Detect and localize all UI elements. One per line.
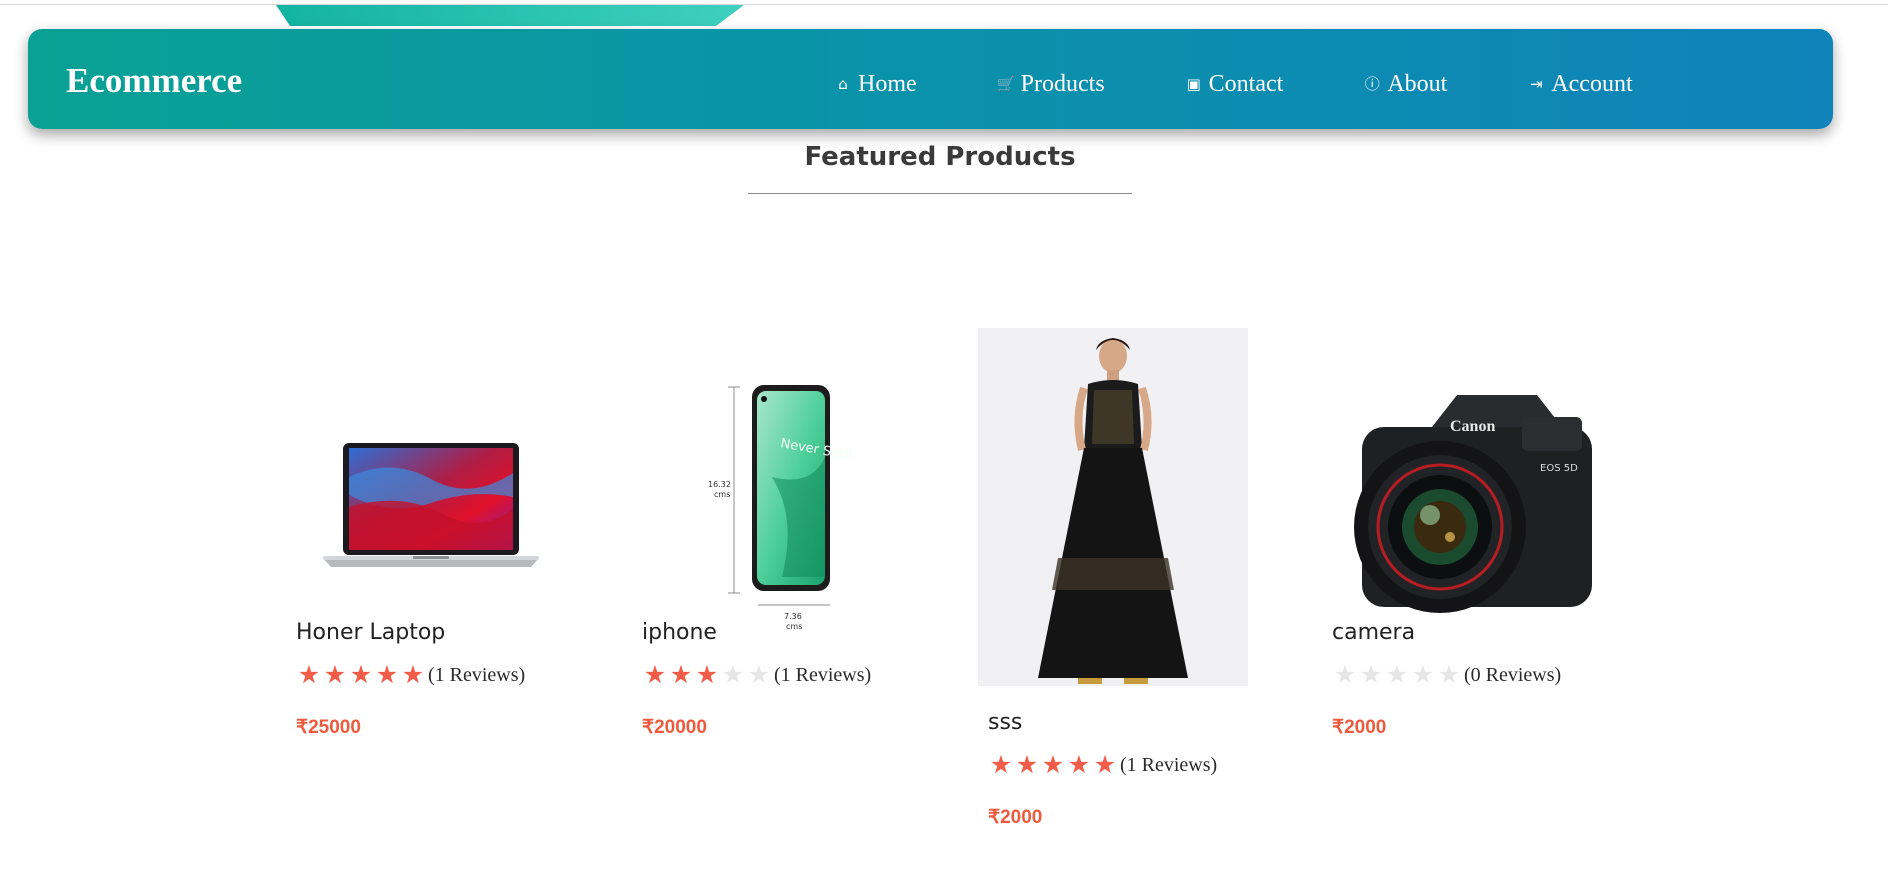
nav-contact-label: Contact (1208, 70, 1284, 97)
star-icon: ★ (323, 660, 347, 689)
product-rating: ★ ★ ★ ★ ★ (0 Reviews) (1332, 662, 1561, 688)
star-icon: ★ (349, 660, 373, 689)
phone-height-label: 16.32 (708, 480, 731, 489)
star-icon: ★ (643, 660, 667, 689)
star-icon: ★ (297, 660, 321, 689)
star-icon: ★ (1093, 750, 1117, 779)
product-price: ₹25000 (296, 717, 361, 738)
home-icon: ⌂ (838, 75, 848, 93)
product-rating: ★ ★ ★ ★ ★ (1 Reviews) (988, 752, 1217, 778)
star-icon: ★ (721, 660, 745, 689)
review-count: (1 Reviews) (1120, 753, 1218, 776)
title-divider (748, 193, 1132, 194)
contact-card-icon: ▣ (1186, 75, 1201, 93)
product-name[interactable]: iphone (642, 620, 717, 645)
product-name[interactable]: Honer Laptop (296, 620, 445, 645)
star-icon: ★ (1437, 660, 1461, 689)
star-icon: ★ (375, 660, 399, 689)
nav-contact-link[interactable]: ▣ Contact (1185, 71, 1284, 98)
star-icon: ★ (1333, 660, 1357, 689)
star-icon: ★ (1067, 750, 1091, 779)
product-price: ₹20000 (642, 717, 707, 738)
nav-products-link[interactable]: 🛒 Products (997, 71, 1105, 98)
review-count: (0 Reviews) (1464, 663, 1562, 686)
nav-account-link[interactable]: ⇥ Account (1527, 70, 1633, 98)
product-card-dress[interactable]: sss ★ ★ ★ ★ ★ (1 Reviews) ₹2000 (978, 328, 1258, 838)
nav-products-label: Products (1020, 70, 1105, 97)
star-icon: ★ (989, 750, 1013, 779)
product-card-camera[interactable]: Canon EOS 5D camera ★ ★ ★ ★ ★ (0 Reviews… (1332, 328, 1612, 748)
nav-about-label: About (1387, 70, 1448, 97)
login-icon: ⇥ (1530, 75, 1543, 93)
camera-brand-label: Canon (1450, 418, 1495, 435)
product-rating: ★ ★ ★ ★ ★ (1 Reviews) (642, 662, 871, 688)
nav-home-link[interactable]: ⌂ Home (834, 70, 917, 98)
product-card-laptop[interactable]: Honer Laptop ★ ★ ★ ★ ★ (1 Reviews) ₹2500… (296, 328, 576, 748)
star-icon: ★ (747, 660, 771, 689)
camera-illustration: Canon EOS 5D (1354, 395, 1592, 613)
star-icon: ★ (669, 660, 693, 689)
star-icon: ★ (1359, 660, 1383, 689)
star-icon: ★ (401, 660, 425, 689)
navbar: Ecommerce ⌂ Home 🛒 Products ▣ Contact ⓘ … (28, 29, 1833, 129)
product-name[interactable]: sss (988, 710, 1022, 735)
review-count: (1 Reviews) (428, 663, 526, 686)
product-name[interactable]: camera (1332, 620, 1415, 645)
star-icon: ★ (1411, 660, 1435, 689)
product-price: ₹2000 (1332, 717, 1387, 738)
cart-icon: 🛒 (996, 75, 1016, 93)
dress-image[interactable] (978, 328, 1248, 686)
product-rating: ★ ★ ★ ★ ★ (1 Reviews) (296, 662, 525, 688)
phone-illustration: 16.32 cms Never Settle 7.36 cms (708, 385, 852, 631)
info-icon: ⓘ (1364, 75, 1380, 93)
star-icon: ★ (1015, 750, 1039, 779)
phone-width-label: 7.36 (784, 612, 802, 621)
nav-account-label: Account (1551, 70, 1633, 97)
star-icon: ★ (1041, 750, 1065, 779)
dress-illustration (1038, 338, 1188, 684)
laptop-illustration (323, 443, 539, 567)
review-count: (1 Reviews) (774, 663, 872, 686)
star-icon: ★ (1385, 660, 1409, 689)
product-price: ₹2000 (988, 807, 1043, 828)
phone-width-unit: cms (786, 622, 802, 631)
nav-links: ⌂ Home 🛒 Products ▣ Contact ⓘ About ⇥ Ac… (834, 69, 1633, 99)
star-icon: ★ (695, 660, 719, 689)
product-card-phone[interactable]: 16.32 cms Never Settle 7.36 cms iphone ★… (642, 328, 922, 748)
nav-home-label: Home (858, 70, 917, 97)
nav-about-link[interactable]: ⓘ About (1363, 70, 1448, 98)
decorative-ribbon (276, 5, 744, 26)
window-top-border (0, 0, 1888, 5)
brand-logo[interactable]: Ecommerce (66, 61, 242, 101)
phone-height-unit: cms (714, 490, 730, 499)
camera-model-label: EOS 5D (1540, 463, 1578, 474)
section-title: Featured Products (804, 142, 1076, 172)
